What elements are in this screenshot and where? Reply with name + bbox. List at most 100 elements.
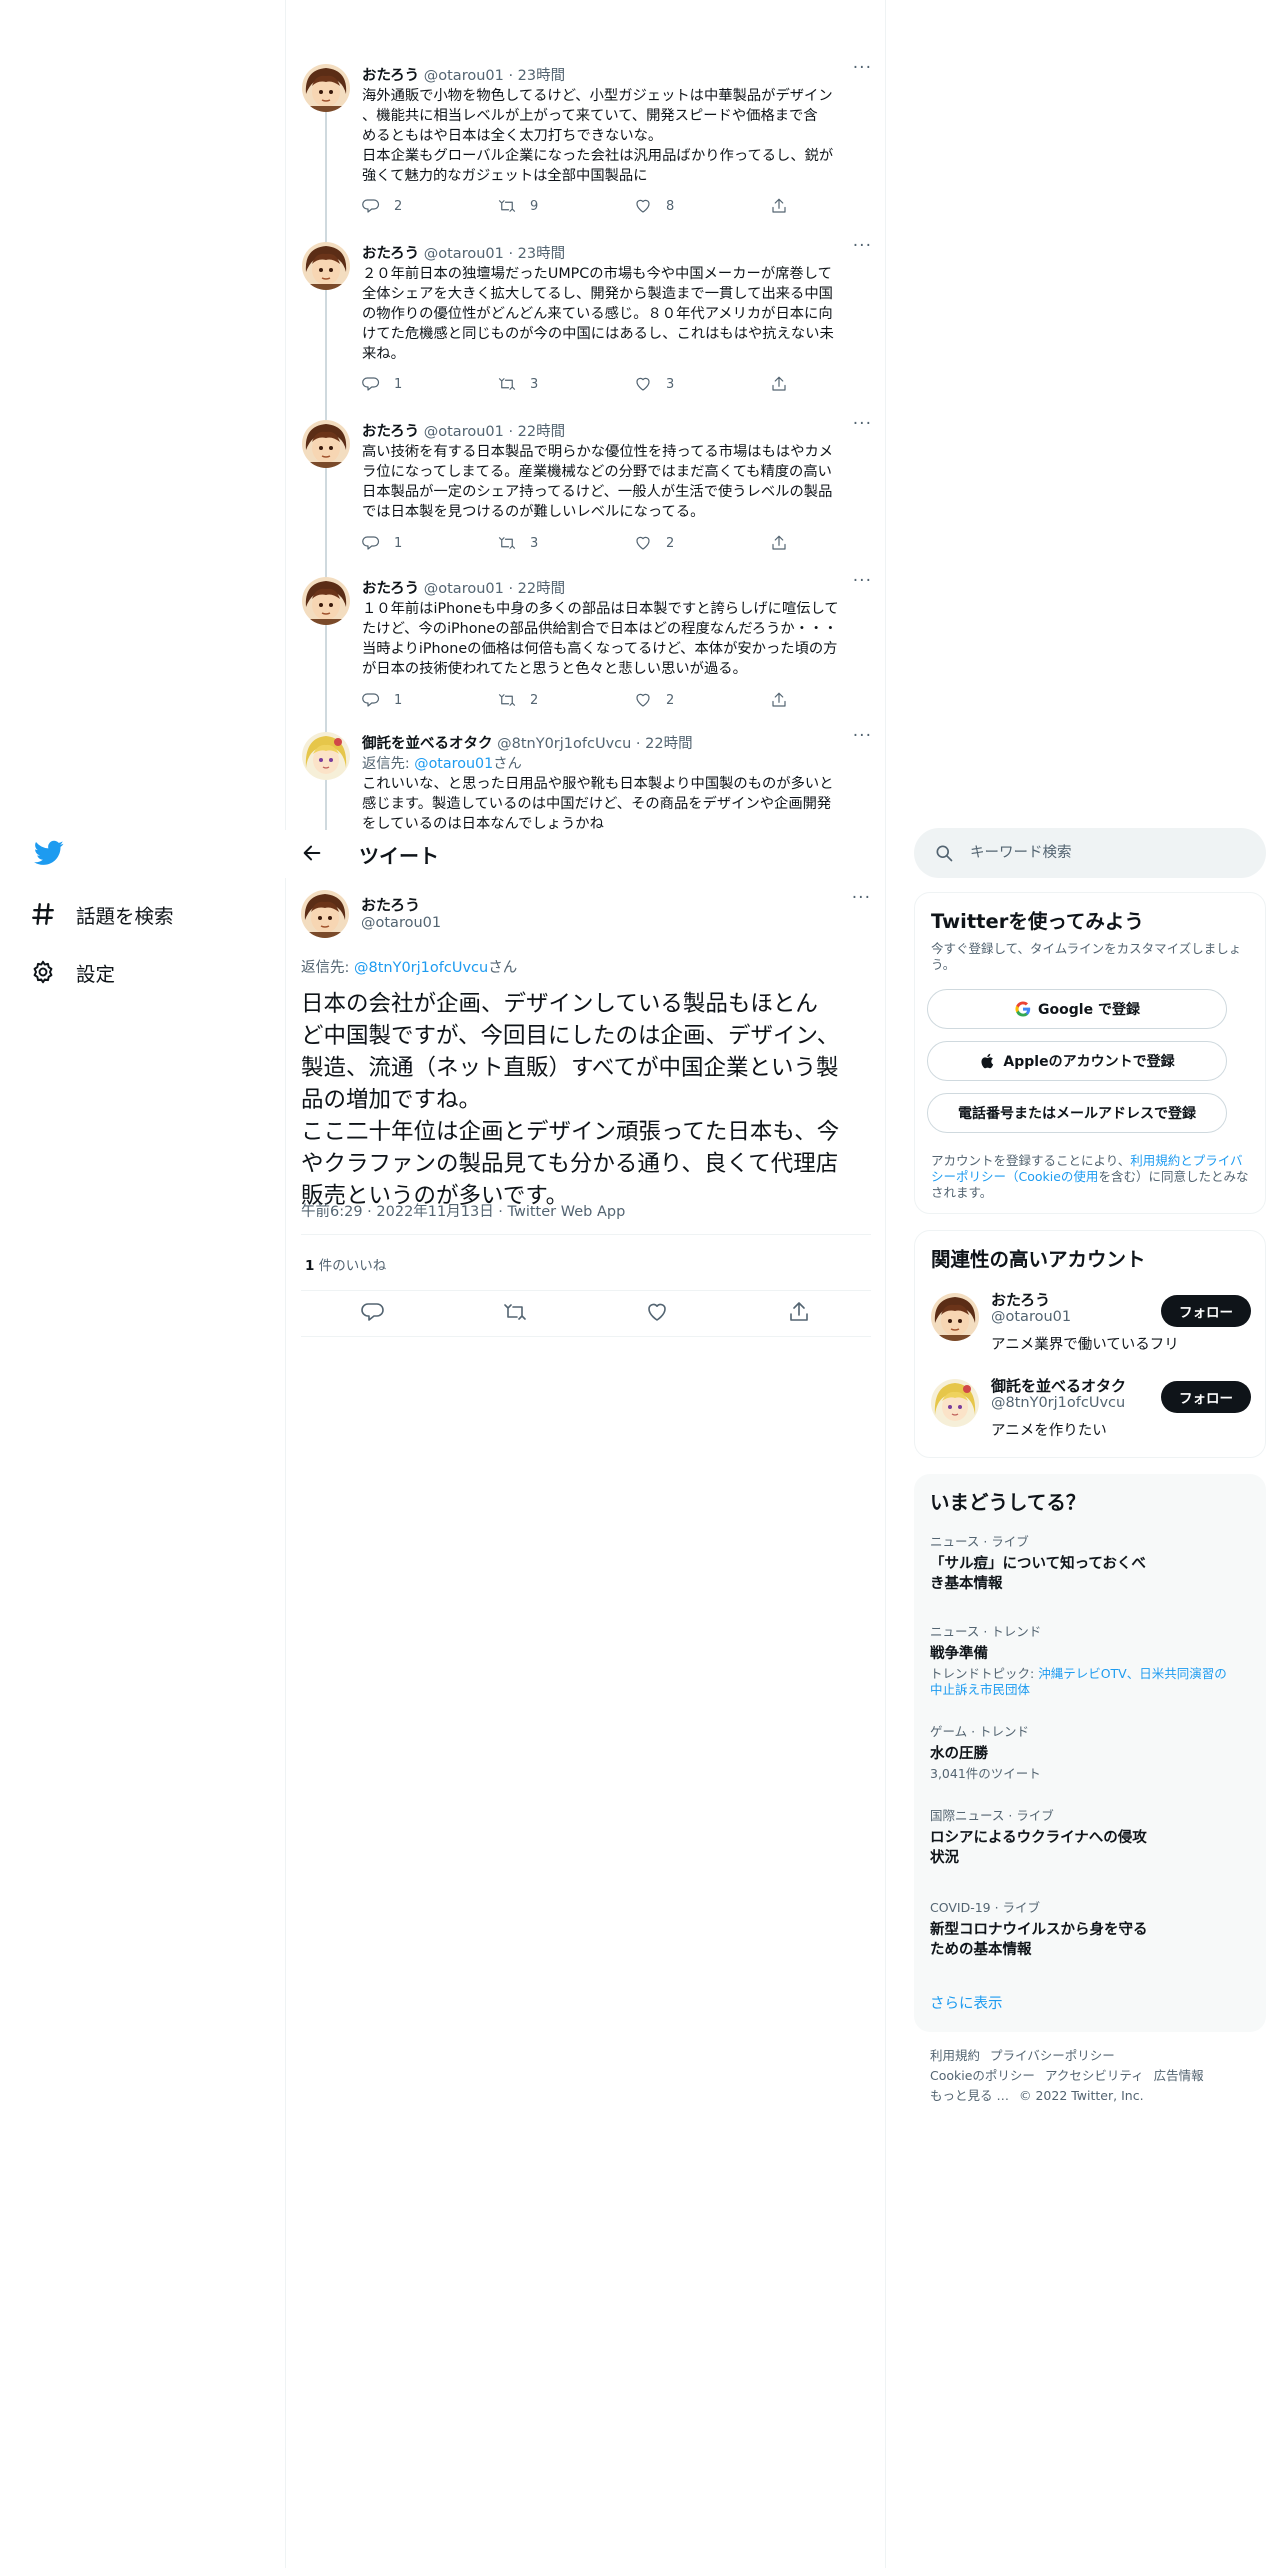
like-button[interactable]: 8 xyxy=(634,197,674,215)
thread-tweet[interactable]: おたろう @otarou01 · 22時間 ··· 高い技術を有する日本製品で明… xyxy=(302,414,872,570)
footer-cookie-link[interactable]: Cookieのポリシー xyxy=(930,2068,1035,2083)
footer-terms-link[interactable]: 利用規約 xyxy=(930,2048,980,2063)
trend-item[interactable]: ニュース · トレンド 戦争準備 トレンドトピック: 沖縄テレビOTV、日米共同… xyxy=(930,1624,1250,1698)
reply-icon[interactable] xyxy=(361,1300,385,1324)
thread-tweet[interactable]: おたろう @otarou01 · 23時間 ··· 海外通販で小物を物色してるけ… xyxy=(302,58,872,234)
reply-button[interactable]: 1 xyxy=(362,534,402,552)
author-handle[interactable]: @otarou01 xyxy=(361,915,441,931)
like-count: 2 xyxy=(666,535,675,551)
likes-summary[interactable]: 1 件のいいね xyxy=(305,1254,386,1274)
nav-explore[interactable]: 話題を検索 xyxy=(30,894,270,934)
reply-count: 2 xyxy=(394,198,403,214)
account-handle[interactable]: @8tnY0rj1ofcUvcu xyxy=(991,1395,1125,1411)
signup-title: Twitterを使ってみよう xyxy=(931,910,1144,933)
trend-title: 戦争準備 xyxy=(930,1646,988,1662)
author-meta[interactable]: @otarou01 · 22時間 xyxy=(424,581,565,597)
reply-count: 1 xyxy=(394,692,403,708)
account-row[interactable]: 御託を並べるオタク @8tnY0rj1ofcUvcu アニメを作りたい フォロー xyxy=(931,1375,1251,1445)
reply-to-link[interactable]: @otarou01 xyxy=(414,756,493,772)
tweet-text-line: 当時よりiPhoneの価格は何倍も高くなってるけど、本体が安かった頃の方 xyxy=(362,641,838,657)
tweet-timestamp[interactable]: 午前6:29 · 2022年11月13日 · Twitter Web App xyxy=(301,1200,625,1221)
retweet-icon[interactable] xyxy=(503,1300,527,1324)
author-meta[interactable]: @otarou01 · 23時間 xyxy=(424,246,565,262)
more-icon[interactable]: ··· xyxy=(853,58,872,78)
author-name[interactable]: おたろう xyxy=(361,894,420,915)
twitter-logo-icon[interactable] xyxy=(34,838,64,868)
more-icon[interactable]: ··· xyxy=(853,236,872,256)
retweet-button[interactable]: 3 xyxy=(498,534,538,552)
avatar[interactable] xyxy=(301,890,349,938)
author-meta[interactable]: @otarou01 · 23時間 xyxy=(424,68,565,84)
more-icon[interactable]: ··· xyxy=(853,726,872,746)
thread-tweet[interactable]: 御託を並べるオタク @8tnY0rj1ofcUvcu · 22時間 ··· 返信… xyxy=(302,726,872,840)
trend-topic-link[interactable]: 中止訴え市民団体 xyxy=(930,1682,1030,1697)
thread-tweet[interactable]: おたろう @otarou01 · 22時間 ··· １０年前はiPhoneも中身… xyxy=(302,571,872,727)
footer-more-link[interactable]: もっと見る … xyxy=(930,2088,1009,2103)
like-icon[interactable] xyxy=(645,1300,669,1324)
share-button[interactable] xyxy=(770,534,802,552)
reply-button[interactable]: 1 xyxy=(362,691,402,709)
thread-tweet[interactable]: おたろう @otarou01 · 23時間 ··· ２０年前日本の独壇場だったU… xyxy=(302,236,872,412)
author-name[interactable]: おたろう xyxy=(362,68,419,84)
tweet-text-line: ラ位になってしまてる。産業機械などの分野ではまだ高くても精度の高い xyxy=(362,464,832,480)
share-button[interactable] xyxy=(770,691,802,709)
avatar[interactable] xyxy=(302,577,350,625)
share-icon[interactable] xyxy=(787,1300,811,1324)
author-meta[interactable]: @otarou01 · 22時間 xyxy=(424,424,565,440)
account-name[interactable]: 御託を並べるオタク xyxy=(991,1375,1126,1396)
follow-button[interactable]: フォロー xyxy=(1161,1381,1251,1413)
trend-item[interactable]: ニュース · ライブ 「サル痘」について知っておくべ き基本情報 xyxy=(930,1534,1250,1594)
account-row[interactable]: おたろう @otarou01 アニメ業界で働いているフリ フォロー xyxy=(931,1289,1251,1359)
footer-accessibility-link[interactable]: アクセシビリティ xyxy=(1045,2068,1144,2083)
trend-topic-link[interactable]: 沖縄テレビOTV、日米共同演習の xyxy=(1038,1666,1227,1681)
author-name[interactable]: おたろう xyxy=(362,581,419,597)
trend-item[interactable]: ゲーム · トレンド 水の圧勝 3,041件のツイート xyxy=(930,1724,1250,1782)
follow-button[interactable]: フォロー xyxy=(1161,1295,1251,1327)
trend-item[interactable]: COVID-19 · ライブ 新型コロナウイルスから身を守る ための基本情報 xyxy=(930,1900,1250,1960)
reply-to-link[interactable]: @8tnY0rj1ofcUvcu xyxy=(354,960,488,976)
phone-signup-button[interactable]: 電話番号またはメールアドレスで登録 xyxy=(927,1093,1227,1133)
more-icon[interactable]: ··· xyxy=(853,414,872,434)
retweet-button[interactable]: 2 xyxy=(498,691,538,709)
author-meta[interactable]: @8tnY0rj1ofcUvcu · 22時間 xyxy=(497,736,692,752)
retweet-button[interactable]: 9 xyxy=(498,197,538,215)
author-name[interactable]: おたろう xyxy=(362,246,419,262)
more-icon[interactable]: ··· xyxy=(852,888,871,908)
more-icon[interactable]: ··· xyxy=(853,571,872,591)
search-input[interactable] xyxy=(970,841,1250,865)
reply-button[interactable]: 1 xyxy=(362,375,402,393)
trend-category: 国際ニュース · ライブ xyxy=(930,1808,1054,1823)
avatar[interactable] xyxy=(931,1379,979,1427)
share-button[interactable] xyxy=(770,197,802,215)
conversation-thread: おたろう @otarou01 · 23時間 ··· 海外通販で小物を物色してるけ… xyxy=(286,50,886,840)
tweet-text-line: 来ね。 xyxy=(362,346,405,362)
google-signup-button[interactable]: Google で登録 xyxy=(927,989,1227,1029)
nav-settings[interactable]: 設定 xyxy=(30,952,270,992)
divider xyxy=(301,1234,871,1235)
like-button[interactable]: 2 xyxy=(634,534,674,552)
related-accounts-card: 関連性の高いアカウント おたろう @otarou01 アニメ業界で働いているフリ… xyxy=(914,1230,1266,1458)
account-handle[interactable]: @otarou01 xyxy=(991,1309,1071,1325)
author-name[interactable]: 御託を並べるオタク xyxy=(362,736,493,752)
apple-signup-button[interactable]: Appleのアカウントで登録 xyxy=(927,1041,1227,1081)
avatar[interactable] xyxy=(302,242,350,290)
account-name[interactable]: おたろう xyxy=(991,1289,1050,1310)
share-button[interactable] xyxy=(770,375,802,393)
retweet-button[interactable]: 3 xyxy=(498,375,538,393)
footer-privacy-link[interactable]: プライバシーポリシー xyxy=(990,2048,1115,2063)
footer-ads-link[interactable]: 広告情報 xyxy=(1154,2068,1204,2083)
like-button[interactable]: 3 xyxy=(634,375,674,393)
tweet-actions: 1 3 3 xyxy=(362,375,802,399)
avatar[interactable] xyxy=(302,420,350,468)
back-arrow-icon[interactable] xyxy=(301,842,323,864)
reply-button[interactable]: 2 xyxy=(362,197,402,215)
show-more-link[interactable]: さらに表示 xyxy=(930,1992,1003,2013)
avatar[interactable] xyxy=(302,732,350,780)
like-button[interactable]: 2 xyxy=(634,691,674,709)
author-name[interactable]: おたろう xyxy=(362,424,419,440)
trend-item[interactable]: 国際ニュース · ライブ ロシアによるウクライナへの侵攻 状況 xyxy=(930,1808,1250,1868)
search-box[interactable] xyxy=(914,828,1266,878)
avatar[interactable] xyxy=(931,1293,979,1341)
tweet-text-line: 感じます。製造しているのは中国だけど、その商品をデザインや企画開発 xyxy=(362,796,832,812)
avatar[interactable] xyxy=(302,64,350,112)
